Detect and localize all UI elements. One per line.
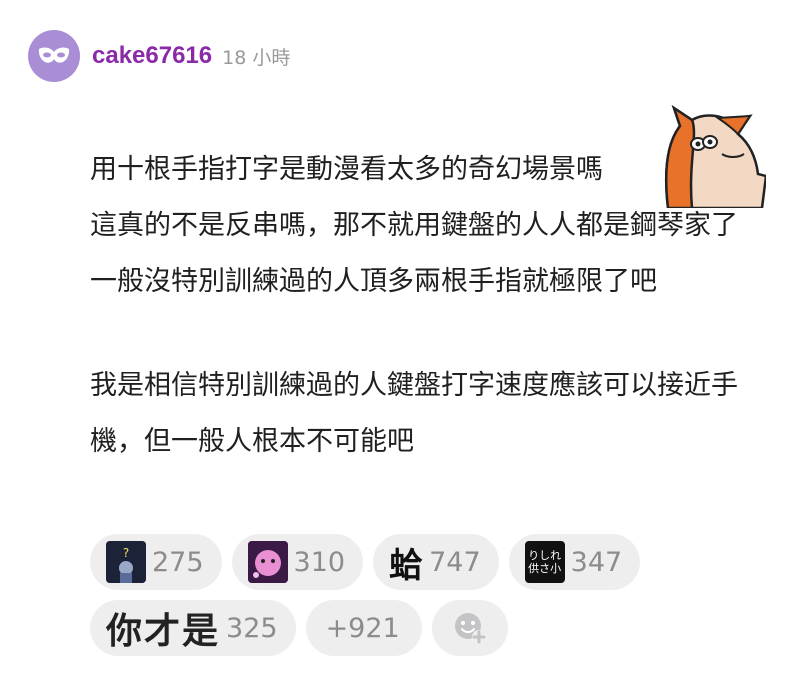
- reaction-count: 347: [570, 546, 623, 578]
- reaction-pink[interactable]: 310: [231, 534, 364, 590]
- more-reactions-button[interactable]: +921: [305, 600, 422, 656]
- reaction-sign[interactable]: りしれ 供さ小 347: [508, 534, 641, 590]
- sign-line: 供さ小: [528, 562, 562, 575]
- reaction-count: 310: [293, 546, 346, 578]
- post-line: 用十根手指打字是動漫看太多的奇幻場景嗎: [90, 154, 603, 185]
- post-time: 18 小時: [222, 46, 291, 69]
- mask-icon: [38, 47, 70, 63]
- add-reaction-icon: [454, 613, 486, 644]
- post-line: 我是相信特別訓練過的人鍵盤打字速度應該可以接近手機，但一般人根本不可能吧: [90, 370, 738, 457]
- avatar[interactable]: [28, 30, 80, 82]
- author-name[interactable]: cake67616: [92, 42, 212, 70]
- pink-character-icon: [247, 541, 288, 583]
- reaction-count: 747: [429, 546, 481, 578]
- reaction-word: 你才是: [106, 611, 221, 652]
- add-reaction-button[interactable]: [431, 600, 508, 656]
- reaction-count: 275: [152, 546, 204, 578]
- post-header: cake67616 18 小時: [28, 30, 290, 82]
- sign-icon: りしれ 供さ小: [524, 541, 565, 583]
- reaction-ha[interactable]: 蛤 747: [373, 534, 499, 590]
- reaction-question[interactable]: ? 275: [90, 534, 222, 590]
- question-character-icon: ?: [106, 541, 146, 583]
- reaction-row: ? 275 310 蛤 747 りしれ 供さ小 347: [90, 534, 690, 590]
- ha-glyph: 蛤: [389, 545, 424, 584]
- svg-text:?: ?: [123, 546, 129, 560]
- post-content: 用十根手指打字是動漫看太多的奇幻場景嗎 這真的不是反串嗎，那不就用鍵盤的人人都是…: [90, 142, 762, 470]
- post-line: 一般沒特別訓練過的人頂多兩根手指就極限了吧: [90, 266, 657, 297]
- reaction-count: 325: [226, 612, 278, 644]
- reaction-you-too[interactable]: 你才是 325: [90, 600, 296, 656]
- reaction-row: 你才是 325 +921: [90, 600, 690, 656]
- sign-line: りしれ: [528, 549, 562, 562]
- reaction-bar: ? 275 310 蛤 747 りしれ 供さ小 347 你才是 325 +921: [90, 534, 690, 666]
- more-reactions-count: +921: [325, 612, 400, 644]
- post-line: 這真的不是反串嗎，那不就用鍵盤的人人都是鋼琴家了: [90, 210, 738, 241]
